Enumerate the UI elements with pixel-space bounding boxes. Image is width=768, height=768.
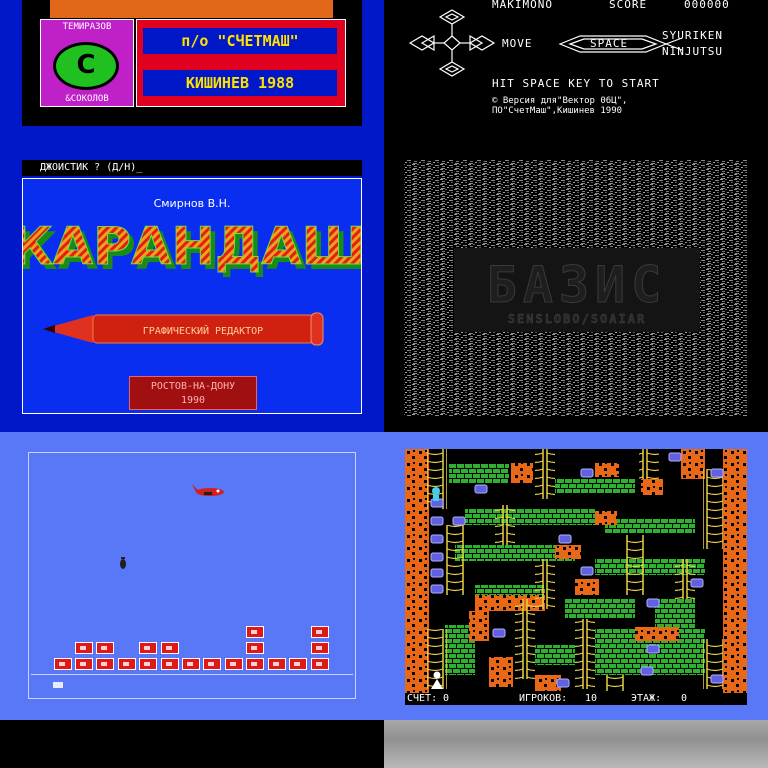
score-label: SCORE [609,0,648,11]
players-value: 10 [585,693,598,704]
start-prompt: HIT SPACE KEY TO START [492,77,660,90]
gray-screen-strip [384,720,768,768]
empty-black-strip [0,720,384,768]
game-title: MAKIMONO [492,0,553,11]
credit-line-2: ПО"СчетМаш",Кишинев 1990 [492,106,623,116]
score-value: 000000 [684,0,730,11]
orange-banner [50,0,333,18]
space-label: SPACE [590,37,629,50]
tile-makimono: MAKIMONO SCORE 000000 MOVE SPACE SYURIKE… [384,0,768,144]
city: РОСТОВ-НА-ДОНУ [150,381,236,392]
year: 1990 [180,395,206,406]
level-map [405,449,747,693]
tile-bazis: БАЗИС SENSLOBO/SOAIAR [384,144,768,432]
program-subtitle: SENSLOBO/SOAIAR [508,312,646,326]
program-title: БАЗИС [487,256,668,314]
left-key-icon [420,34,435,52]
score-value: 0 [443,693,450,704]
logo-top-text: ТЕМИРАЗОВ [62,22,112,32]
title-panel: Смирнов В.Н. КАРАНДАШ КАРАНДАШ ГРАФИЧЕСК… [22,178,362,414]
logo-letter: С [76,50,96,80]
city-year: КИШИНЕВ 1988 [143,70,337,96]
down-key-icon [438,61,466,77]
authors-logo: ТЕМИРАЗОВ С &СОКОЛОВ [40,19,134,107]
publisher-plate: п/о "СЧЕТМАШ" КИШИНЕВ 1988 [136,19,346,107]
logo-emblem: С [53,42,119,90]
program-title: КАРАНДАШ [23,217,361,277]
players-label: ИГРОКОВ: [519,693,568,704]
noise-screen: БАЗИС SENSLOBO/SOAIAR [404,160,748,416]
sprites [53,484,224,688]
publisher-name: п/о "СЧЕТМАШ" [143,28,337,54]
floor-label: ЭТАЖ: [631,693,662,704]
logo-bottom-text: &СОКОЛОВ [65,94,109,104]
right-key-icon [469,34,484,52]
tile-lode-runner: СЧЕТ: 0 ИГРОКОВ: 10 ЭТАЖ: 0 [384,432,768,720]
joystick-prompt: ДЖОИСТИК ? (Д/Н)_ [22,160,362,176]
status-bar: СЧЕТ: 0 ИГРОКОВ: 10 ЭТАЖ: 0 [405,693,747,705]
airplane-icon [192,484,224,496]
score-label: СЧЕТ: [407,693,438,704]
ninjutsu-label: NINJUTSU [662,45,723,58]
tile-schetmash-1988: ТЕМИРАЗОВ С &СОКОЛОВ п/о "СЧЕТМАШ" КИШИН… [0,0,384,144]
credit-line-1: © Версия для"Вектор 06Ц", [492,96,628,106]
cursor-block [53,682,63,688]
program-subtitle: ГРАФИЧЕСКИЙ РЕДАКТОР [143,324,263,337]
move-label: MOVE [502,37,533,50]
ground-line [31,674,353,675]
tile-bomber-game [0,432,384,720]
up-key-icon [438,9,466,25]
floor-value: 0 [681,693,688,704]
game-screen: СЧЕТ: 0 ИГРОКОВ: 10 ЭТАЖ: 0 [405,449,747,705]
syuriken-label: SYURIKEN [662,29,723,42]
bomb-icon [120,557,126,569]
dpad-diagram [408,9,683,77]
city-year-box: РОСТОВ-НА-ДОНУ 1990 [129,376,257,410]
tile-karandash: ДЖОИСТИК ? (Д/Н)_ Смирнов В.Н. КАРАНДАШ … [0,144,384,432]
